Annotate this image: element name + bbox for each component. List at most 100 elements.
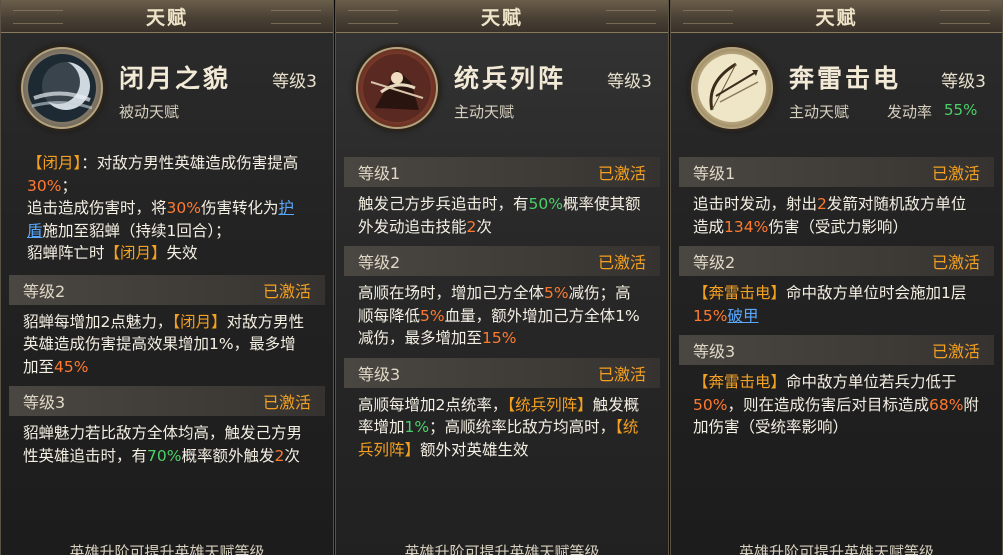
text-segment: 失效	[166, 244, 198, 262]
keyword-link[interactable]: 破甲	[727, 307, 758, 325]
talent-level: 等级3	[607, 72, 652, 92]
talent-header: 奔雷击电 等级3 主动天赋 发动率 55%	[671, 33, 1002, 148]
level-header: 等级3 已激活	[344, 357, 660, 388]
highlight-text: 1%	[404, 418, 430, 436]
level-status: 已激活	[597, 253, 646, 272]
text-segment: 次	[284, 446, 300, 465]
text-segment: 貂蝉每增加2点魅力，	[23, 312, 173, 331]
warrior-icon	[356, 47, 438, 129]
highlight-text: 134%	[724, 217, 769, 236]
level-section: 等级3 已激活 高顺每增加2点统率，【统兵列阵】触发概率增加1%；高顺统率比敌方…	[336, 357, 668, 470]
level-header: 等级1 已激活	[344, 157, 660, 187]
bow-icon	[691, 47, 773, 129]
level-label: 等级1	[358, 164, 401, 183]
text-segment: 额外对英雄生效	[420, 440, 529, 459]
talent-body: 等级1 已激活 追击时发动，射出2发箭对随机敌方单位造成134%伤害（受武力影响…	[671, 157, 1002, 447]
talent-name: 闭月之貌	[119, 64, 232, 93]
level-description: 高顺每增加2点统率，【统兵列阵】触发概率增加1%；高顺统率比敌方均高时，【统兵列…	[336, 388, 668, 470]
level-label: 等级1	[693, 164, 736, 183]
talent-name: 统兵列阵	[454, 64, 567, 93]
level-description: 追击时发动，射出2发箭对随机敌方单位造成134%伤害（受武力影响）	[671, 187, 1002, 246]
text-segment: 貂蝉阵亡时	[27, 244, 105, 262]
talent-panel-1: 天赋 闭月之貌 等级3 被动天赋 【闭月】：对敌方男性英雄造成伤害提高30%；追…	[0, 0, 334, 555]
upgrade-hint: 英雄升阶可提升英雄天赋等级	[738, 543, 934, 555]
highlight-text: 【闭月】	[172, 312, 227, 331]
level-status: 已激活	[262, 281, 311, 301]
level-description: 高顺在场时，增加己方全体5%减伤；高顺每降低5%血量，额外增加己方全体1%减伤，…	[336, 276, 668, 358]
level-section: 等级2 已激活 高顺在场时，增加己方全体5%减伤；高顺每降低5%血量，额外增加己…	[336, 246, 668, 358]
level-description: 【奔雷击电】命中敌方单位时会施加1层 15%破甲	[671, 276, 1002, 335]
activation-rate-label: 发动率	[887, 103, 933, 121]
activation-rate-value: 55%	[944, 101, 978, 119]
talent-type: 被动天赋	[119, 103, 180, 121]
level-section: 等级2 已激活 貂蝉每增加2点魅力，【闭月】对敌方男性英雄造成伤害提高效果增加1…	[1, 274, 333, 387]
talent-body: 【闭月】：对敌方男性英雄造成伤害提高30%； 追击造成伤害时，将30%伤害转化为护…	[1, 150, 333, 475]
text-segment: 伤害（受武力影响）	[768, 217, 908, 236]
level-description: 【奔雷击电】命中敌方单位若兵力低于50%，则在造成伤害后对目标造成68%附加伤害…	[671, 365, 1002, 447]
text-segment: ；	[61, 176, 77, 195]
level-label: 等级3	[693, 342, 736, 361]
highlight-text: 【闭月】	[27, 154, 82, 172]
highlight-text: 15%	[482, 329, 517, 347]
highlight-text: 30%	[166, 199, 201, 217]
level-description: 貂蝉魅力若比敌方全体均高，触发己方男性英雄追击时，有70%概率额外触发2次	[1, 416, 333, 475]
text-segment: 概率额外触发	[181, 446, 275, 465]
text-segment: 施加至貂蝉（持续1回合）；	[42, 221, 231, 240]
level-status: 已激活	[597, 164, 646, 183]
level-header: 等级3 已激活	[679, 335, 994, 365]
talent-header: 统兵列阵 等级3 主动天赋	[336, 33, 668, 148]
highlight-text: 2	[817, 195, 827, 213]
level-status: 已激活	[931, 253, 980, 272]
level-status: 已激活	[597, 364, 646, 384]
text-segment: 伤害转化为	[200, 199, 279, 217]
level-description: 貂蝉每增加2点魅力，【闭月】对敌方男性英雄造成伤害提高效果增加1%，最多增加至4…	[1, 305, 333, 387]
level-header: 等级3 已激活	[9, 386, 325, 416]
highlight-text: 2	[466, 217, 477, 236]
panel-title: 天赋	[336, 0, 668, 33]
highlight-text: 5%	[420, 306, 445, 325]
highlight-text: 【闭月】	[104, 244, 167, 262]
level-label: 等级2	[358, 253, 401, 272]
level-status: 已激活	[262, 393, 311, 412]
highlight-text: 68%	[928, 395, 964, 414]
talent-type: 主动天赋	[454, 103, 515, 121]
level-label: 等级2	[693, 253, 736, 272]
level-description: 触发己方步兵追击时，有50%概率使其额外发动追击技能2次	[336, 187, 668, 246]
text-segment: 追击造成伤害时，将	[27, 199, 167, 217]
highlight-text: 50%	[528, 195, 563, 213]
talent-body: 等级1 已激活 触发己方步兵追击时，有50%概率使其额外发动追击技能2次 等级2…	[336, 157, 668, 469]
highlight-text: 45%	[54, 357, 89, 376]
highlight-text: 【奔雷击电】	[693, 284, 787, 302]
panel-title: 天赋	[1, 0, 333, 33]
level-section: 等级2 已激活 【奔雷击电】命中敌方单位时会施加1层 15%破甲	[671, 246, 1002, 335]
text-segment: 命中敌方单位时会施加1层	[786, 284, 967, 302]
level-section: 等级1 已激活 触发己方步兵追击时，有50%概率使其额外发动追击技能2次	[336, 157, 668, 246]
talent-panel-2: 天赋 统兵列阵 等级3 主动天赋 等级1 已激活 触发己方步兵追击时，有50%概…	[335, 0, 669, 555]
level-header: 等级2 已激活	[344, 246, 660, 276]
level-section: 等级3 已激活 【奔雷击电】命中敌方单位若兵力低于 50%，则在造成伤害后对目标造…	[671, 335, 1002, 447]
upgrade-hint: 英雄升阶可提升英雄天赋等级	[404, 543, 600, 555]
highlight-text: 【奔雷击电】	[693, 373, 787, 391]
talent-level: 等级3	[941, 72, 986, 92]
highlight-text: 15%	[693, 306, 728, 325]
level-header: 等级2 已激活	[679, 246, 994, 276]
highlight-text: 2	[274, 446, 285, 465]
highlight-text: 70%	[147, 446, 182, 465]
text-segment: 高顺在场时，增加己方全体	[358, 284, 545, 302]
highlight-text: 5%	[544, 284, 569, 302]
level-status: 已激活	[931, 164, 980, 183]
talent-panel-3: 天赋 奔雷击电 等级3 主动天赋 发动率 55% 等级1 已激活 追击时发动，射…	[670, 0, 1003, 555]
level-label: 等级2	[23, 281, 66, 301]
text-segment: ：对敌方男性英雄造成伤害提高	[81, 154, 299, 172]
text-segment: 高顺每增加2点统率，	[358, 395, 508, 414]
talent-level: 等级3	[272, 72, 317, 92]
text-segment: 追击时发动，射出	[693, 195, 818, 213]
text-segment: 命中敌方单位若兵力低于	[786, 373, 957, 391]
text-segment: ，则在造成伤害后对目标造成	[727, 395, 929, 414]
talent-type: 主动天赋	[789, 103, 850, 121]
level-status: 已激活	[931, 342, 980, 361]
talent-header: 闭月之貌 等级3 被动天赋	[1, 33, 333, 148]
talent-description: 【闭月】：对敌方男性英雄造成伤害提高30%； 追击造成伤害时，将30%伤害转化为护…	[1, 150, 333, 275]
level-header: 等级2 已激活	[9, 274, 325, 305]
talent-name: 奔雷击电	[789, 64, 902, 93]
